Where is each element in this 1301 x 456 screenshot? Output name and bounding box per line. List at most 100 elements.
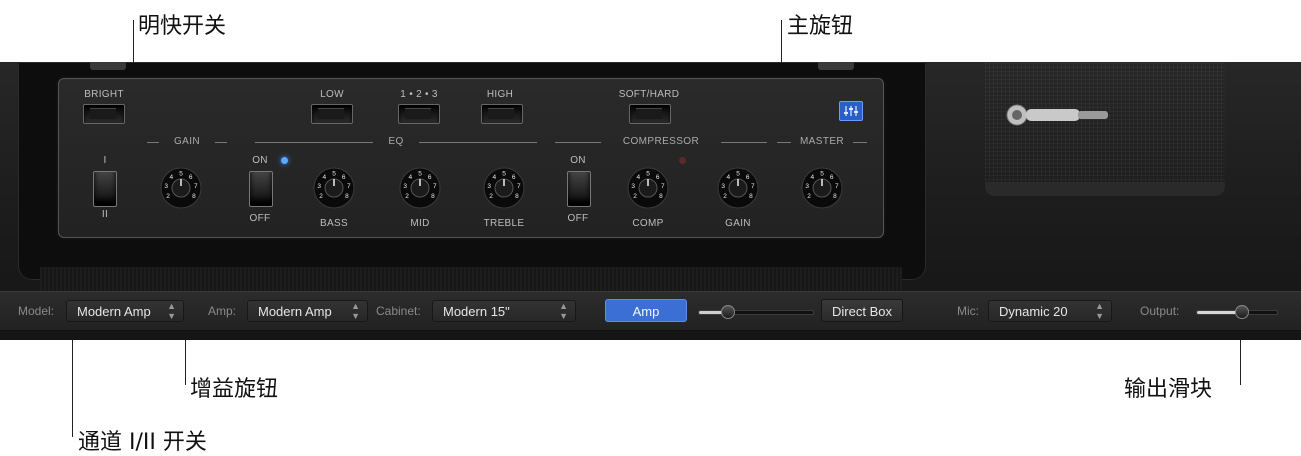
comp-label: COMP: [632, 218, 664, 229]
knob-scale-number: 5: [820, 171, 824, 178]
direct-box-button[interactable]: Direct Box: [821, 299, 903, 322]
comp-toggle[interactable]: [567, 171, 591, 207]
eq-on-label: ON: [252, 155, 268, 166]
knob-scale-number: 3: [631, 183, 635, 190]
knob-scale-number: 5: [418, 171, 422, 178]
knob-scale-number: 6: [830, 174, 834, 181]
compressor-section-label: COMPRESSOR: [622, 136, 700, 147]
channel-switch[interactable]: [93, 171, 117, 207]
knob-scale-number: 6: [342, 174, 346, 181]
amp-designer-view: BRIGHT LOW 1 • 2 • 3 HIGH SOFT/HARD GAIN…: [0, 62, 1301, 340]
knob-scale-number: 5: [736, 171, 740, 178]
mid-knob[interactable]: 2 34567 8: [393, 161, 447, 215]
knob-scale-number: 3: [805, 183, 809, 190]
comp-off-label: OFF: [567, 213, 589, 224]
speaker-cabinet-base: [985, 182, 1225, 196]
treble-label: TREBLE: [483, 218, 525, 229]
callout-master-knob: 主旋钮: [787, 14, 854, 39]
high-switch[interactable]: [481, 104, 523, 124]
soft-hard-switch[interactable]: [629, 104, 671, 124]
bright-label: BRIGHT: [84, 89, 124, 100]
amp-toolbar: Model: Modern Amp ▲ ▼ Amp: Modern Amp ▲ ▼ …: [0, 291, 1301, 331]
amp-label: Amp:: [208, 304, 237, 318]
output-slider-thumb[interactable]: [1235, 305, 1250, 319]
popup-arrows-icon: ▲ ▼: [167, 301, 176, 321]
popup-arrows-icon: ▲ ▼: [351, 301, 360, 321]
amp-direct-blend-slider[interactable]: [698, 310, 814, 315]
knob-scale-number: 6: [656, 174, 660, 181]
popup-arrows-icon: ▲ ▼: [559, 301, 568, 321]
bass-label: BASS: [320, 218, 348, 229]
knob-scale-number: 5: [646, 171, 650, 178]
knob-scale-number: 8: [659, 193, 663, 200]
amp-top-tab: [90, 62, 126, 70]
knob-scale-number: 5: [179, 171, 183, 178]
knob-scale-number: 7: [517, 183, 521, 190]
compressor-section: COMPRESSOR: [555, 136, 767, 147]
mic-popup[interactable]: Dynamic 20 ▲ ▼: [988, 300, 1112, 322]
gain-knob[interactable]: 2 34567 8: [154, 161, 208, 215]
microphone-icon[interactable]: [1006, 102, 1110, 128]
comp-gain-label: GAIN: [725, 218, 751, 229]
knob-scale-number: 5: [502, 171, 506, 178]
comp-gain-knob[interactable]: 2 34567 8: [711, 161, 765, 215]
knob-scale-number: 6: [428, 174, 432, 181]
treble-knob[interactable]: 2 34567 8: [477, 161, 531, 215]
knob-scale-number: 2: [807, 193, 811, 200]
model-value: Modern Amp: [77, 304, 151, 319]
amp-faceplate: BRIGHT LOW 1 • 2 • 3 HIGH SOFT/HARD GAIN…: [58, 78, 884, 238]
amp-popup[interactable]: Modern Amp ▲ ▼: [247, 300, 368, 322]
master-section: MASTER: [777, 136, 867, 147]
blend-slider-thumb[interactable]: [721, 305, 735, 319]
knob-scale-number: 7: [433, 183, 437, 190]
eq-section-label: EQ: [388, 136, 404, 147]
knob-scale-number: 4: [637, 174, 641, 181]
knob-scale-number: 4: [170, 174, 174, 181]
knob-scale-number: 5: [332, 171, 336, 178]
amp-value: Modern Amp: [258, 304, 332, 319]
callout-output-slider: 输出滑块: [1124, 377, 1213, 402]
channel-one-label: I: [103, 155, 107, 166]
knob-scale-number: 6: [512, 174, 516, 181]
knob-scale-number: 2: [405, 193, 409, 200]
knob-scale-number: 2: [489, 193, 493, 200]
knob-scale-number: 4: [727, 174, 731, 181]
amp-button[interactable]: Amp: [605, 299, 687, 322]
master-knob[interactable]: 2 34567 8: [795, 161, 849, 215]
model-popup[interactable]: Modern Amp ▲ ▼: [66, 300, 184, 322]
cabinet-label: Cabinet:: [376, 304, 421, 318]
knob-scale-number: 7: [835, 183, 839, 190]
cabinet-popup[interactable]: Modern 15" ▲ ▼: [432, 300, 576, 322]
knob-scale-number: 4: [493, 174, 497, 181]
mid-label: MID: [410, 218, 430, 229]
channel-two-label: II: [101, 209, 109, 220]
callout-bright-switch: 明快开关: [138, 14, 227, 39]
comp-led: [679, 157, 686, 164]
knob-scale-number: 3: [164, 183, 168, 190]
high-label: HIGH: [486, 89, 514, 100]
knob-scale-number: 2: [319, 193, 323, 200]
bright-switch[interactable]: [83, 104, 125, 124]
callout-channel-switch: 通道 I/II 开关: [78, 430, 207, 455]
gain-section-label: GAIN: [173, 136, 201, 147]
knob-scale-number: 8: [515, 193, 519, 200]
knob-scale-number: 8: [833, 193, 837, 200]
knob-scale-number: 7: [194, 183, 198, 190]
gain-section: GAIN: [147, 136, 227, 147]
eq-toggle[interactable]: [249, 171, 273, 207]
popup-arrows-icon: ▲ ▼: [1095, 301, 1104, 321]
knob-scale-number: 7: [347, 183, 351, 190]
low-switch[interactable]: [311, 104, 353, 124]
comp-knob[interactable]: 2 34567 8: [621, 161, 675, 215]
output-label: Output:: [1140, 304, 1180, 318]
knob-scale-number: 2: [723, 193, 727, 200]
knob-scale-number: 4: [323, 174, 327, 181]
knob-scale-number: 4: [811, 174, 815, 181]
comp-on-label: ON: [570, 155, 586, 166]
amp-top-tab: [818, 62, 854, 70]
knob-scale-number: 3: [317, 183, 321, 190]
eq-settings-icon[interactable]: [839, 101, 863, 121]
mid-position-switch[interactable]: [398, 104, 440, 124]
bass-knob[interactable]: 2 34567 8: [307, 161, 361, 215]
knob-scale-number: 8: [192, 193, 196, 200]
